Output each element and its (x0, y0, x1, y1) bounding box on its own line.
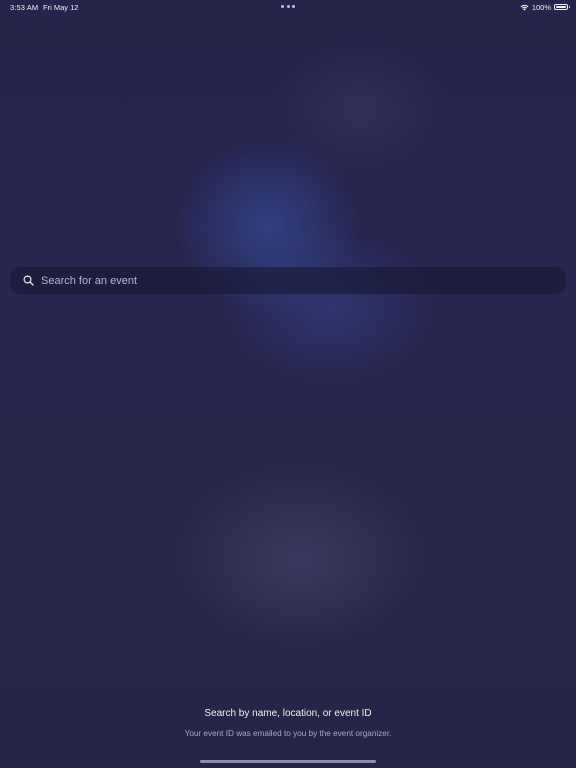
status-bar: 3:53 AM Fri May 12 100% (0, 0, 576, 14)
search-bar[interactable] (10, 267, 566, 294)
battery-full-icon (554, 4, 570, 10)
status-time: 3:53 AM (10, 3, 39, 12)
search-hint-subtitle: Your event ID was emailed to you by the … (184, 729, 392, 738)
home-indicator[interactable] (200, 760, 376, 763)
wifi-icon (520, 4, 529, 11)
search-icon (23, 275, 34, 286)
background-blur (0, 0, 576, 768)
battery-percentage: 100% (531, 2, 551, 12)
ellipsis-icon[interactable] (281, 5, 295, 9)
search-hint-title: Search by name, location, or event ID (204, 708, 372, 719)
status-date: Fri May 12 (43, 3, 79, 12)
status-right: 100% (520, 2, 570, 12)
search-input[interactable] (41, 274, 531, 287)
